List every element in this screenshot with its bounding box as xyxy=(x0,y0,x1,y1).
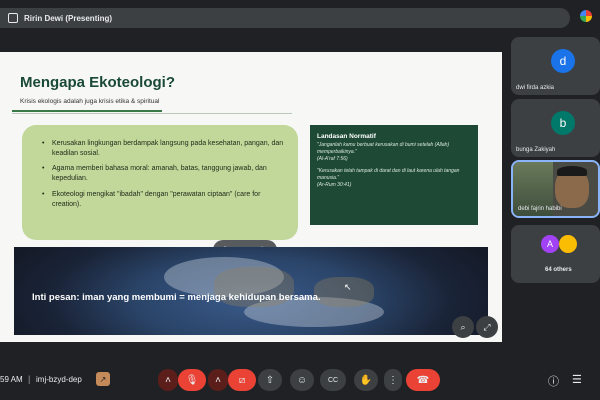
presenting-bar: Ririn Dewi (Presenting) xyxy=(0,0,600,32)
quote-2-ref: (Ar-Rum 30:41) xyxy=(317,181,352,188)
mic-options-chevron-icon[interactable]: ˄ xyxy=(158,369,178,391)
cursor-icon: ↖ xyxy=(344,282,352,292)
avatar-photo xyxy=(559,235,577,253)
avatar: A xyxy=(541,235,559,253)
shared-slide: Mengapa Ekoteologi? Krisis ekologis adal… xyxy=(0,52,502,342)
bullet-item: Agama memberi bahasa moral: amanah, bata… xyxy=(42,164,286,184)
video-feed-cap xyxy=(557,166,587,176)
title-rule-secondary xyxy=(12,113,292,114)
presenting-pill[interactable]: Ririn Dewi (Presenting) xyxy=(0,8,570,28)
others-tile[interactable]: A 64 others xyxy=(511,225,600,283)
normative-title: Landasan Normatif xyxy=(317,133,376,140)
quote-1: "Janganlah kamu berbuat kerusakan di bum… xyxy=(317,142,450,155)
slide-subtitle: Krisis ekologis adalah juga krisis etika… xyxy=(20,98,160,105)
expand-icon[interactable]: ⤢ xyxy=(476,316,498,338)
top-right-icons xyxy=(580,10,592,22)
captions-icon[interactable]: CC xyxy=(320,369,346,391)
camera-options-chevron-icon[interactable]: ˄ xyxy=(208,369,228,391)
chat-icon[interactable]: ☰ xyxy=(572,373,582,386)
avatar: b xyxy=(551,111,575,135)
present-screen-icon xyxy=(8,13,18,23)
present-now-icon[interactable]: ⇧ xyxy=(258,369,282,391)
divider: | xyxy=(28,374,31,384)
quote-1-ref: (Al-A'raf 7:56) xyxy=(317,155,348,162)
camera-off-icon[interactable]: ⧄ xyxy=(228,369,256,391)
participant-name: dwi firda azkia xyxy=(516,85,555,91)
participant-name: bunga Zakiyah xyxy=(516,147,556,153)
meeting-controls: 59 AM | imj-bzyd-dep ↗ ˄ 🎙 ˄ ⧄ ⇧ ☺ CC ✋ … xyxy=(0,362,600,400)
share-icon[interactable]: ↗ xyxy=(96,372,110,386)
end-call-icon[interactable]: ☎ xyxy=(406,369,440,391)
avatar: d xyxy=(551,49,575,73)
participant-tile-video[interactable]: debi fajrin habibi xyxy=(511,160,600,218)
presenting-label: Ririn Dewi (Presenting) xyxy=(24,13,113,23)
bullet-item: Kerusakan lingkungan berdampak langsung … xyxy=(42,139,286,159)
quote-2: "Kerusakan telah tampak di darat dan di … xyxy=(317,168,460,181)
earth-banner: Inti pesan: iman yang membumi = menjaga … xyxy=(14,247,488,335)
clock: 59 AM xyxy=(0,375,23,384)
normative-box: Landasan Normatif "Janganlah kamu berbua… xyxy=(310,125,478,225)
title-rule xyxy=(12,110,162,112)
meeting-code: imj-bzyd-dep xyxy=(36,375,82,384)
bullet-item: Ekoteologi mengikat "ibadah" dengan "per… xyxy=(42,190,286,210)
zoom-icon[interactable]: ⌕ xyxy=(452,316,474,338)
more-options-icon[interactable]: ⋮ xyxy=(384,369,402,391)
participant-name: debi fajrin habibi xyxy=(518,206,562,212)
raise-hand-icon[interactable]: ✋ xyxy=(354,369,378,391)
others-label: 64 others xyxy=(545,267,572,273)
bullet-box: Kerusakan lingkungan berdampak langsung … xyxy=(22,125,298,240)
banner-text: Inti pesan: iman yang membumi = menjaga … xyxy=(32,292,321,303)
participant-tile[interactable]: b bunga Zakiyah xyxy=(511,99,600,157)
emoji-icon[interactable]: ☺ xyxy=(290,369,314,391)
google-apps-icon[interactable] xyxy=(580,10,592,22)
slide-title: Mengapa Ekoteologi? xyxy=(20,74,176,91)
mic-off-icon[interactable]: 🎙 xyxy=(178,369,206,391)
meeting-info-icon[interactable]: ⓘ xyxy=(548,373,559,389)
participant-tile[interactable]: d dwi firda azkia xyxy=(511,37,600,95)
